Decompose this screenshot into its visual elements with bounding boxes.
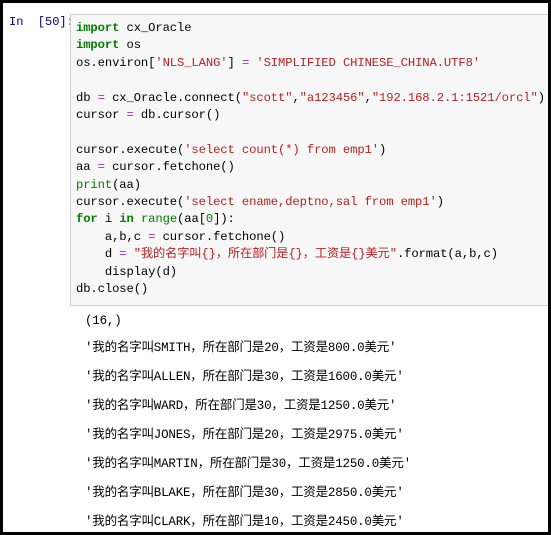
output-line: '我的名字叫BLAKE，所在部门是30，工资是2850.0美元': [3, 479, 548, 508]
code-token: d: [76, 247, 120, 262]
code-token: .format(a,b,c): [396, 247, 498, 262]
display-result-text: '我的名字叫ALLEN，所在部门是30，工资是1600.0美元': [85, 369, 404, 384]
code-token: =: [97, 90, 105, 105]
code-token: os: [119, 38, 142, 53]
code-token: ): [379, 142, 387, 157]
code-token: i: [97, 212, 120, 227]
notebook-screenshot: In [50]: import cx_Oracle import os os.e…: [0, 0, 551, 535]
display-result-text: '我的名字叫SMITH，所在部门是20，工资是800.0美元': [85, 340, 397, 355]
code-editor[interactable]: import cx_Oracle import os os.environ['N…: [70, 14, 548, 306]
cell-output-area: (16,) '我的名字叫SMITH，所在部门是20，工资是800.0美元' '我的名…: [3, 306, 548, 533]
code-token: aa: [76, 160, 98, 175]
code-token: =: [97, 160, 105, 175]
code-token: range: [140, 212, 178, 227]
code-token: a,b,c: [76, 229, 149, 244]
code-token: ,: [364, 90, 372, 105]
code-token: display(d): [76, 264, 177, 279]
output-line: '我的名字叫JONES，所在部门是20，工资是2975.0美元': [3, 421, 548, 450]
code-token: print: [76, 177, 113, 192]
jupyter-notebook: In [50]: import cx_Oracle import os os.e…: [3, 3, 548, 532]
code-token: "scott": [241, 90, 293, 105]
code-token: cursor.execute(: [76, 142, 185, 157]
display-result-text: '我的名字叫MARTIN，所在部门是30，工资是1250.0美元': [85, 456, 411, 471]
output-line: '我的名字叫MARTIN，所在部门是30，工资是1250.0美元': [3, 450, 548, 479]
code-token: "a123456": [299, 90, 365, 105]
code-token: ): [537, 90, 545, 105]
stdout-text: (16,): [85, 313, 122, 328]
code-token: import: [76, 21, 120, 35]
code-cell[interactable]: In [50]: import cx_Oracle import os os.e…: [3, 3, 548, 306]
code-token: db: [76, 90, 98, 105]
code-token: os.environ[: [76, 55, 156, 70]
display-result-text: '我的名字叫JONES，所在部门是20，工资是2975.0美元': [85, 427, 404, 442]
code-token: =: [126, 108, 134, 123]
code-token: "192.168.2.1:1521/orcl": [371, 90, 538, 105]
code-token: 'select count(*) from emp1': [184, 142, 379, 157]
display-result-text: '我的名字叫WARD，所在部门是30，工资是1250.0美元': [85, 398, 397, 413]
code-token: cursor: [76, 108, 127, 123]
code-token: "我的名字叫{}，所在部门是{}，工资是{}美元": [133, 247, 397, 262]
output-line: '我的名字叫SMITH，所在部门是20，工资是800.0美元': [3, 334, 548, 363]
code-token: 'select ename,deptno,sal from emp1': [184, 195, 437, 210]
code-token: (aa[: [177, 212, 206, 227]
code-token: cursor.fetchone(): [155, 229, 286, 244]
code-token: ]):: [213, 212, 235, 227]
code-token: 'NLS_LANG': [155, 55, 228, 70]
input-prompt: In [50]:: [9, 15, 74, 29]
code-token: cursor.execute(: [76, 195, 185, 210]
output-line: '我的名字叫ALLEN，所在部门是30，工资是1600.0美元': [3, 363, 548, 392]
code-token: cx_Oracle.connect(: [104, 90, 242, 105]
code-token: ]: [227, 55, 242, 70]
display-result-text: '我的名字叫CLARK，所在部门是10，工资是2450.0美元': [85, 514, 404, 529]
code-token: ,: [292, 90, 300, 105]
code-token: (aa): [112, 177, 141, 192]
output-line: '我的名字叫WARD，所在部门是30，工资是1250.0美元': [3, 392, 548, 421]
code-token: db.cursor(): [133, 108, 221, 123]
code-token: in: [119, 212, 134, 227]
output-line: (16,): [3, 308, 548, 334]
code-token: cursor.fetchone(): [104, 160, 235, 175]
code-token: cx_Oracle: [119, 21, 192, 35]
code-token: for: [76, 212, 98, 227]
output-line: '我的名字叫CLARK，所在部门是10，工资是2450.0美元': [3, 508, 548, 533]
code-token: import: [76, 38, 120, 53]
code-token: =: [119, 247, 127, 262]
display-result-text: '我的名字叫BLAKE，所在部门是30，工资是2850.0美元': [85, 485, 404, 500]
code-source[interactable]: import cx_Oracle import os os.environ['N…: [76, 20, 545, 299]
code-token: ): [436, 195, 444, 210]
code-token: 'SIMPLIFIED CHINESE_CHINA.UTF8': [256, 55, 480, 70]
code-token: db.close(): [76, 282, 149, 297]
